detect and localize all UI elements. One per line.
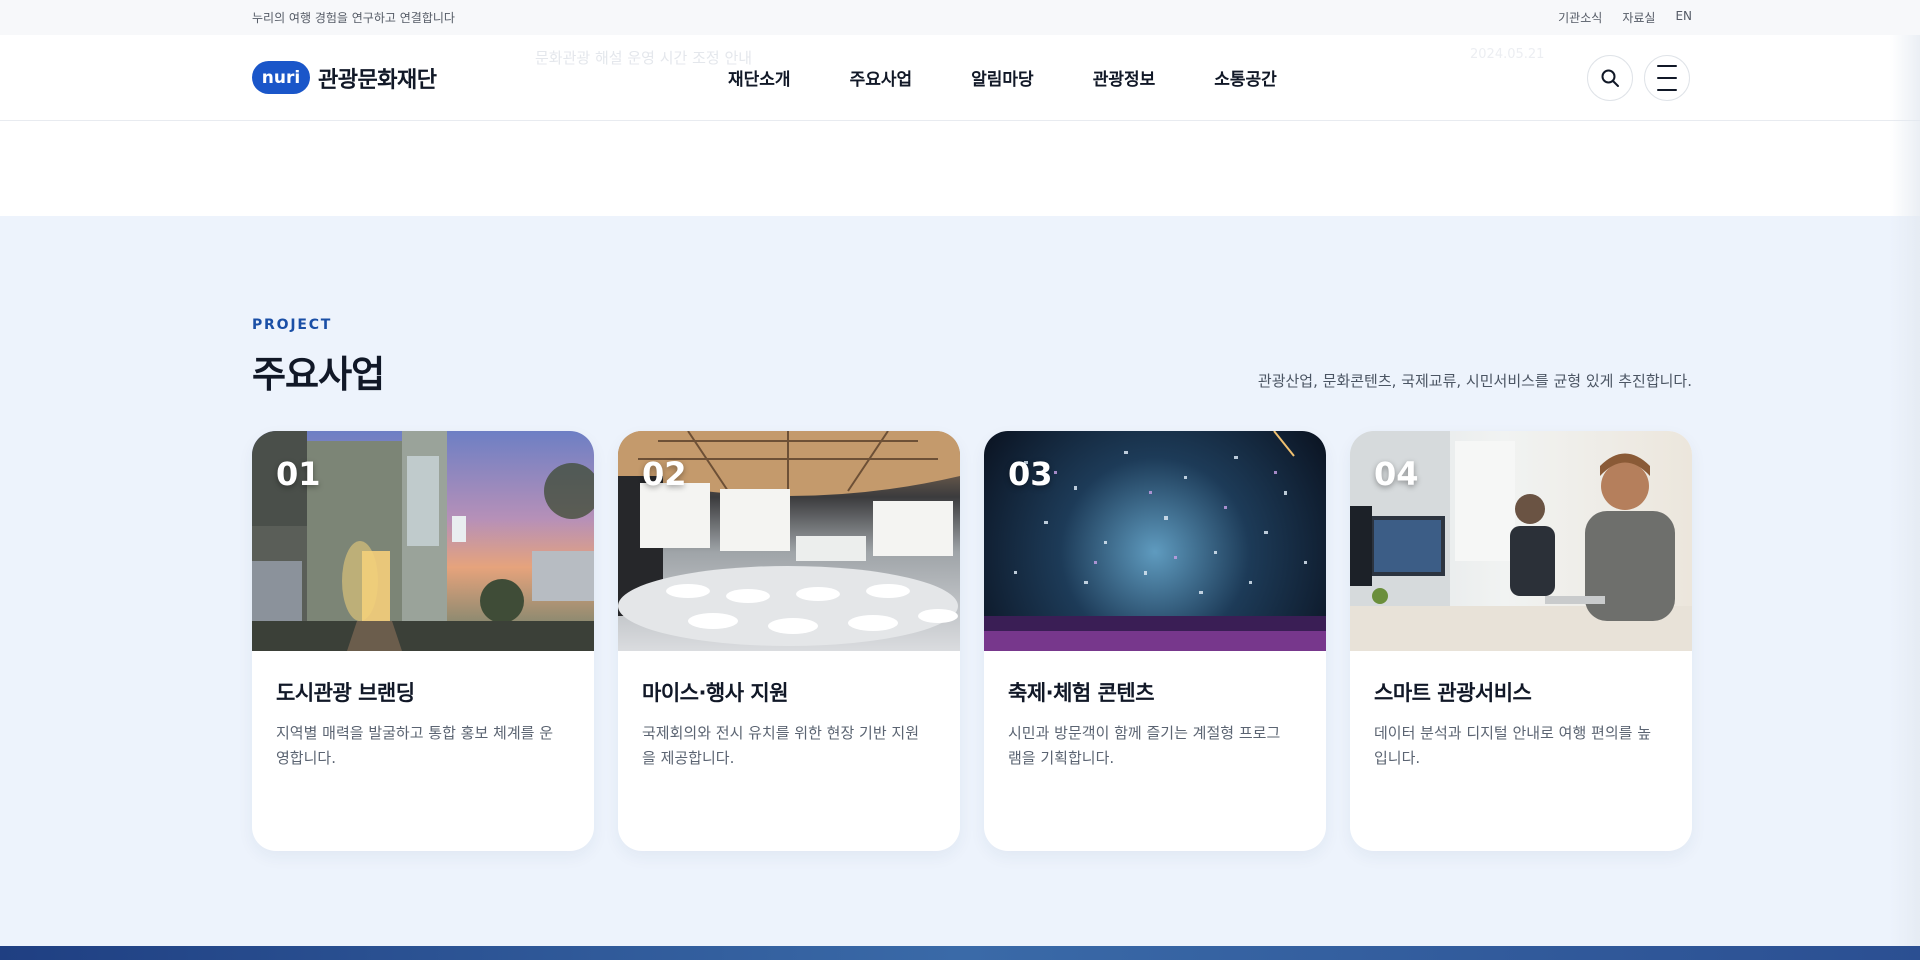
faded-notice-ticker: 문화관광 해설 운영 시간 조정 안내 — [535, 49, 753, 67]
festival-confetti-photo: 03 — [984, 431, 1326, 651]
site-logo[interactable]: nuri 관광문화재단 — [252, 61, 437, 94]
conference-hall-photo: 02 — [618, 431, 960, 651]
logo-text: 관광문화재단 — [318, 67, 437, 93]
nav-item-tourism-info[interactable]: 관광정보 — [1093, 65, 1156, 90]
nav-item-community[interactable]: 소통공간 — [1214, 65, 1277, 90]
project-card-city-branding[interactable]: 01 도시관광 브랜딩 지역별 매력을 발굴하고 통합 홍보 체계를 운영합니다… — [252, 431, 594, 851]
nav-item-projects[interactable]: 주요사업 — [850, 65, 913, 90]
card-title: 스마트 관광서비스 — [1374, 681, 1532, 705]
project-cards: 01 도시관광 브랜딩 지역별 매력을 발굴하고 통합 홍보 체계를 운영합니다… — [252, 431, 1692, 851]
card-description: 시민과 방문객이 함께 즐기는 계절형 프로그램을 기획합니다. — [1008, 724, 1281, 767]
utility-link-english[interactable]: EN — [1675, 9, 1692, 26]
utility-link-archive[interactable]: 자료실 — [1622, 9, 1655, 26]
footer-top-strip — [0, 946, 1920, 960]
site-header: 문화관광 해설 운영 시간 조정 안내 2024.05.21 nuri 관광문화… — [0, 35, 1920, 121]
nav-item-about[interactable]: 재단소개 — [728, 65, 791, 90]
hamburger-menu-icon — [1657, 65, 1677, 91]
card-number: 01 — [276, 455, 321, 493]
section-eyebrow: PROJECT — [252, 317, 333, 333]
card-description: 국제회의와 전시 유치를 위한 현장 기반 지원을 제공합니다. — [642, 724, 920, 767]
logo-badge: nuri — [252, 61, 310, 94]
site-tagline: 누리의 여행 경험을 연구하고 연결합니다 — [252, 11, 455, 25]
right-edge-shadow — [1890, 35, 1920, 946]
main-nav: 재단소개 주요사업 알림마당 관광정보 소통공간 — [728, 65, 1336, 90]
card-title: 도시관광 브랜딩 — [276, 681, 415, 705]
utility-links: 기관소식 자료실 EN — [1558, 9, 1692, 26]
card-description: 지역별 매력을 발굴하고 통합 홍보 체계를 운영합니다. — [276, 724, 554, 767]
project-card-smart-tourism[interactable]: 04 스마트 관광서비스 데이터 분석과 디지털 안내로 여행 편의를 높입니다… — [1350, 431, 1692, 851]
search-icon — [1601, 69, 1619, 87]
card-title: 축제·체험 콘텐츠 — [1008, 681, 1155, 705]
project-card-mice-support[interactable]: 02 마이스·행사 지원 국제회의와 전시 유치를 위한 현장 기반 지원을 제… — [618, 431, 960, 851]
nav-item-notices[interactable]: 알림마당 — [971, 65, 1034, 90]
card-title: 마이스·행사 지원 — [642, 681, 789, 705]
card-description: 데이터 분석과 디지털 안내로 여행 편의를 높입니다. — [1374, 724, 1652, 767]
card-number: 03 — [1008, 455, 1053, 493]
search-button[interactable] — [1587, 55, 1633, 101]
office-workers-photo: 04 — [1350, 431, 1692, 651]
faded-notice-date: 2024.05.21 — [1470, 47, 1545, 62]
projects-section: PROJECT 주요사업 관광산업, 문화콘텐츠, 국제교류, 시민서비스를 균… — [0, 216, 1920, 946]
house-at-dusk-photo: 01 — [252, 431, 594, 651]
utility-bar: 누리의 여행 경험을 연구하고 연결합니다 기관소식 자료실 EN — [0, 0, 1920, 35]
section-description: 관광산업, 문화콘텐츠, 국제교류, 시민서비스를 균형 있게 추진합니다. — [1257, 372, 1692, 390]
menu-button[interactable] — [1644, 55, 1690, 101]
project-card-festival-content[interactable]: 03 축제·체험 콘텐츠 시민과 방문객이 함께 즐기는 계절형 프로그램을 기… — [984, 431, 1326, 851]
card-number: 04 — [1374, 455, 1419, 493]
card-number: 02 — [642, 455, 687, 493]
utility-link-news[interactable]: 기관소식 — [1558, 9, 1602, 26]
section-title: 주요사업 — [252, 353, 385, 396]
